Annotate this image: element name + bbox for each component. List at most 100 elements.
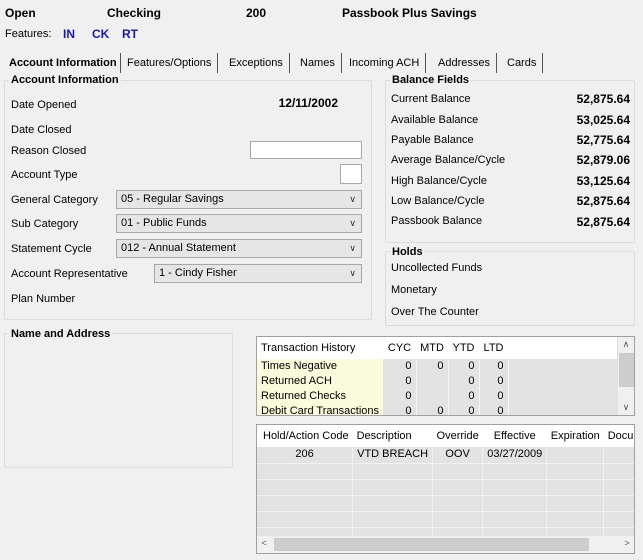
row-name: Debit Card Transactions <box>257 404 383 415</box>
current-balance-label: Current Balance <box>391 93 471 105</box>
product-code: 200 <box>246 6 267 20</box>
row-name: Returned ACH <box>257 374 383 389</box>
hold-monetary: Monetary <box>391 284 437 296</box>
cell-ytd: 0 <box>448 359 480 374</box>
available-balance-value: 53,025.64 <box>576 113 630 127</box>
feature-code-in[interactable]: IN <box>63 27 75 41</box>
table-row[interactable]: Returned Checks 0 0 0 <box>257 389 619 404</box>
low-balance-label: Low Balance/Cycle <box>391 195 485 207</box>
table-row-empty <box>257 479 634 496</box>
cell-mtd: 0 <box>416 404 449 415</box>
account-type: Checking <box>107 6 162 20</box>
chevron-down-icon: ∨ <box>349 243 356 253</box>
account-status: Open <box>5 6 36 20</box>
tab-exceptions[interactable]: Exceptions <box>223 53 290 73</box>
table-row-empty <box>257 511 634 528</box>
cell-document <box>603 447 634 464</box>
cell-expiration <box>546 447 605 464</box>
tab-account-information[interactable]: Account Information <box>3 53 123 73</box>
cell-ytd: 0 <box>448 389 480 404</box>
plan-number-label: Plan Number <box>11 293 76 305</box>
chevron-down-icon: ∨ <box>349 268 356 278</box>
account-type-field[interactable] <box>340 164 362 184</box>
feature-code-rt[interactable]: RT <box>122 27 138 41</box>
high-balance-value: 53,125.64 <box>576 174 630 188</box>
column-transaction-history[interactable]: Transaction History <box>257 337 383 359</box>
column-cyc[interactable]: CYC <box>383 337 416 359</box>
average-balance-label: Average Balance/Cycle <box>391 154 506 166</box>
table-row[interactable]: Times Negative 0 0 0 0 <box>257 359 619 374</box>
features-label: Features: <box>5 28 52 40</box>
statement-cycle-label: Statement Cycle <box>11 243 92 255</box>
cell-cyc: 0 <box>383 374 417 389</box>
cell-ltd: 0 <box>479 359 509 374</box>
scroll-thumb[interactable] <box>619 353 634 387</box>
column-override[interactable]: Override <box>432 425 483 447</box>
cell-description: VTD BREACH <box>352 447 434 464</box>
tab-incoming-ach[interactable]: Incoming ACH <box>343 53 427 73</box>
tab-names[interactable]: Names <box>294 53 342 73</box>
reason-closed-field[interactable] <box>250 141 362 159</box>
general-category-value: 05 - Regular Savings <box>121 193 224 205</box>
transaction-history-vscrollbar[interactable]: ∧ ∨ <box>617 337 634 415</box>
date-opened-value: 12/11/2002 <box>278 96 338 110</box>
tab-addresses[interactable]: Addresses <box>432 53 497 73</box>
cell-mtd <box>416 374 449 389</box>
column-document[interactable]: Docume <box>603 425 634 447</box>
payable-balance-label: Payable Balance <box>391 134 474 146</box>
column-hold-action-code[interactable]: Hold/Action Code <box>257 425 353 447</box>
cell-ltd: 0 <box>479 389 509 404</box>
sub-category-select[interactable]: 01 - Public Funds ∨ <box>116 214 362 233</box>
hold-action-grid: Hold/Action Code Description Override Ef… <box>256 424 635 554</box>
column-effective[interactable]: Effective <box>482 425 547 447</box>
holds-title: Holds <box>390 246 425 259</box>
statement-cycle-select[interactable]: 012 - Annual Statement ∨ <box>116 239 362 258</box>
passbook-balance-value: 52,875.64 <box>576 215 630 229</box>
cell-filler <box>508 374 619 389</box>
chevron-down-icon: ∨ <box>349 218 356 228</box>
general-category-select[interactable]: 05 - Regular Savings ∨ <box>116 190 362 209</box>
high-balance-label: High Balance/Cycle <box>391 175 487 187</box>
transaction-history-grid: Transaction History CYC MTD YTD LTD Time… <box>256 336 635 416</box>
cell-mtd: 0 <box>416 359 449 374</box>
cell-cyc: 0 <box>383 389 417 404</box>
sub-category-value: 01 - Public Funds <box>121 217 207 229</box>
hold-action-hscrollbar[interactable]: < > <box>257 536 634 553</box>
column-ytd[interactable]: YTD <box>448 337 479 359</box>
chevron-up-icon[interactable]: ∧ <box>618 339 634 350</box>
account-representative-value: 1 - Cindy Fisher <box>159 267 237 279</box>
hold-uncollected-funds: Uncollected Funds <box>391 262 483 274</box>
column-mtd[interactable]: MTD <box>416 337 448 359</box>
tab-cards[interactable]: Cards <box>501 53 544 73</box>
feature-code-ck[interactable]: CK <box>92 27 109 41</box>
tab-strip: Account Information Features/Options Exc… <box>0 53 643 73</box>
scroll-thumb[interactable] <box>274 538 589 551</box>
table-row[interactable]: Returned ACH 0 0 0 <box>257 374 619 389</box>
chevron-right-icon[interactable]: > <box>620 538 634 548</box>
name-address-title: Name and Address <box>9 328 113 341</box>
table-row[interactable]: Debit Card Transactions 0 0 0 0 <box>257 404 619 415</box>
product-name: Passbook Plus Savings <box>342 6 477 20</box>
chevron-down-icon[interactable]: ∨ <box>618 402 634 413</box>
account-representative-label: Account Representative <box>11 268 128 280</box>
column-description[interactable]: Description <box>352 425 433 447</box>
cell-code: 206 <box>257 447 354 464</box>
account-representative-select[interactable]: 1 - Cindy Fisher ∨ <box>154 264 362 283</box>
column-expiration[interactable]: Expiration <box>546 425 604 447</box>
reason-closed-label: Reason Closed <box>11 145 87 157</box>
cell-ltd: 0 <box>479 374 509 389</box>
average-balance-value: 52,879.06 <box>576 153 630 167</box>
cell-ltd: 0 <box>479 404 509 415</box>
row-name: Returned Checks <box>257 389 383 404</box>
cell-filler <box>508 359 619 374</box>
table-row[interactable]: 206 VTD BREACH OOV 03/27/2009 <box>257 447 634 464</box>
date-opened-label: Date Opened <box>11 99 77 111</box>
account-type-label: Account Type <box>11 169 78 181</box>
column-ltd[interactable]: LTD <box>479 337 508 359</box>
hold-over-the-counter: Over The Counter <box>391 306 479 318</box>
tab-features-options[interactable]: Features/Options <box>120 53 219 73</box>
table-row-empty <box>257 495 634 512</box>
name-address-group <box>4 333 233 468</box>
chevron-left-icon[interactable]: < <box>257 538 271 548</box>
passbook-balance-label: Passbook Balance <box>391 215 483 227</box>
